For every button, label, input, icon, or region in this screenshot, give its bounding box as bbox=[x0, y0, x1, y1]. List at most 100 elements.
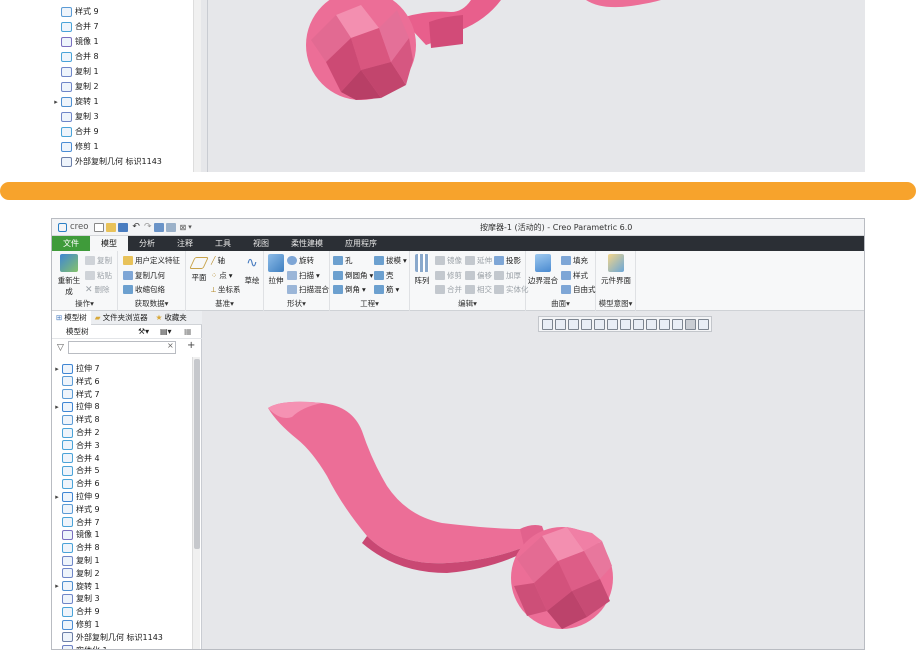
top-viewport-model[interactable] bbox=[201, 0, 865, 172]
hole-button[interactable]: 孔 bbox=[333, 255, 353, 266]
tree-item[interactable]: 合并 7 bbox=[51, 19, 193, 34]
copy-button[interactable]: 复制 bbox=[85, 255, 112, 266]
ribbon-tab[interactable]: 应用程序 bbox=[334, 236, 388, 251]
chamfer-button[interactable]: 倒角 ▾ bbox=[333, 284, 366, 295]
axis-button[interactable]: ╱ 轴 bbox=[211, 255, 225, 266]
filter-icon[interactable]: ▽ bbox=[57, 343, 64, 353]
show-menu-icon[interactable]: ▤▾ bbox=[160, 327, 172, 336]
tree-settings-icon[interactable]: ⚒▾ bbox=[138, 327, 149, 336]
tree-filter-input[interactable] bbox=[68, 341, 176, 354]
extrude-button[interactable]: 拉伸 bbox=[266, 254, 286, 286]
undo-icon[interactable]: ↶ bbox=[132, 222, 140, 232]
group-label-model-intent[interactable]: 模型意图 bbox=[599, 299, 629, 308]
ribbon-tab[interactable]: 工具 bbox=[204, 236, 242, 251]
tree-layout-icon[interactable]: ▦ bbox=[184, 327, 192, 336]
csys-button[interactable]: ⟂ 坐标系 bbox=[211, 284, 241, 295]
shell-button[interactable]: 壳 bbox=[374, 270, 394, 281]
sweep-button[interactable]: 扫描 ▾ bbox=[287, 270, 320, 281]
ribbon-tab[interactable]: 注释 bbox=[166, 236, 204, 251]
pattern-button[interactable]: 阵列 bbox=[413, 254, 431, 286]
group-label-datum[interactable]: 基准 bbox=[215, 299, 230, 308]
delete-button[interactable]: ✕ 删除 bbox=[85, 284, 110, 295]
extend-button[interactable]: 延伸 bbox=[465, 255, 492, 266]
animation-icon[interactable] bbox=[698, 318, 709, 330]
annotation-display-icon[interactable] bbox=[672, 318, 683, 330]
group-label-shapes[interactable]: 形状 bbox=[287, 299, 302, 308]
spin-center-icon[interactable] bbox=[685, 318, 696, 330]
tree-item[interactable]: 样式 9 bbox=[51, 4, 193, 19]
group-label-operations[interactable]: 操作 bbox=[75, 299, 90, 308]
tree-item[interactable]: 复制 3 bbox=[51, 109, 193, 124]
boundary-blend-button[interactable]: 边界混合 bbox=[528, 254, 558, 286]
expand-arrow-icon[interactable]: ▸ bbox=[52, 365, 62, 373]
copy-geometry-button[interactable]: 复制几何 bbox=[123, 270, 165, 281]
style-button[interactable]: 样式 bbox=[561, 270, 588, 281]
freestyle-button[interactable]: 自由式 bbox=[561, 284, 596, 295]
tree-item[interactable]: 合并 9 bbox=[51, 124, 193, 139]
add-filter-icon[interactable]: + bbox=[187, 340, 195, 351]
thicken-button[interactable]: 加厚 bbox=[494, 270, 521, 281]
tree-scrollbar[interactable] bbox=[192, 357, 200, 649]
zoom-in-icon[interactable] bbox=[555, 318, 566, 330]
group-label-get-data[interactable]: 获取数据 bbox=[135, 299, 165, 308]
top-tree-scrollbar[interactable] bbox=[193, 0, 201, 172]
offset-button[interactable]: 偏移 bbox=[465, 270, 492, 281]
group-label-editing[interactable]: 编辑 bbox=[458, 299, 473, 308]
sketch-button[interactable]: ∿ 草绘 bbox=[242, 254, 262, 286]
tab-file[interactable]: 文件 bbox=[52, 236, 90, 251]
perspective-icon[interactable] bbox=[633, 318, 644, 330]
shrinkwrap-button[interactable]: 收缩包络 bbox=[123, 284, 165, 295]
fill-button[interactable]: 填充 bbox=[561, 255, 588, 266]
windows-icon[interactable] bbox=[165, 222, 176, 232]
tab-model-tree[interactable]: ⊞ 模型树 bbox=[52, 310, 91, 325]
tab-favorites[interactable]: ★ 收藏夹 bbox=[152, 311, 191, 325]
tree-item[interactable]: 外部复制几何 标识1143 bbox=[51, 154, 193, 169]
tree-item[interactable]: 实体化 1 bbox=[52, 643, 192, 649]
rib-button[interactable]: 筋 ▾ bbox=[374, 284, 399, 295]
plane-button[interactable]: 平面 bbox=[188, 254, 210, 283]
tree-item[interactable]: ▸ 旋转 1 bbox=[51, 94, 193, 109]
ribbon-tab[interactable]: 模型 bbox=[90, 236, 128, 251]
tab-folder-browser[interactable]: ▰ 文件夹浏览器 bbox=[91, 311, 152, 325]
expand-arrow-icon[interactable]: ▸ bbox=[52, 403, 62, 411]
expand-arrow-icon[interactable]: ▸ bbox=[52, 582, 62, 590]
tree-item[interactable]: 合并 8 bbox=[51, 49, 193, 64]
regenerate-button[interactable]: 重新生成 bbox=[55, 254, 83, 297]
close-window-icon[interactable]: ⊠ bbox=[180, 223, 187, 232]
graphics-viewport[interactable] bbox=[202, 311, 865, 650]
paste-button[interactable]: 粘贴 bbox=[85, 270, 112, 281]
expand-arrow-icon[interactable]: ▸ bbox=[52, 493, 62, 501]
saved-orientations-icon[interactable] bbox=[607, 318, 618, 330]
redo-icon[interactable]: ↷ bbox=[144, 222, 152, 232]
display-style-icon[interactable] bbox=[594, 318, 605, 330]
datum-display-icon[interactable] bbox=[659, 318, 670, 330]
section-icon[interactable] bbox=[646, 318, 657, 330]
udf-button[interactable]: 用户定义特征 bbox=[123, 255, 180, 266]
group-label-engineering[interactable]: 工程 bbox=[360, 299, 375, 308]
draft-button[interactable]: 拔模 ▾ bbox=[374, 255, 407, 266]
round-button[interactable]: 倒圆角 ▾ bbox=[333, 270, 373, 281]
intersect-button[interactable]: 相交 bbox=[465, 284, 492, 295]
tree-item[interactable]: 修剪 1 bbox=[51, 139, 193, 154]
view-manager-icon[interactable] bbox=[620, 318, 631, 330]
customize-qat-icon[interactable]: ▾ bbox=[188, 223, 192, 231]
swept-blend-button[interactable]: 扫描混合 bbox=[287, 284, 329, 295]
ribbon-tab[interactable]: 视图 bbox=[242, 236, 280, 251]
group-label-surfaces[interactable]: 曲面 bbox=[551, 299, 566, 308]
ribbon-tab[interactable]: 柔性建模 bbox=[280, 236, 334, 251]
save-icon[interactable] bbox=[118, 222, 129, 232]
tree-scrollbar-thumb[interactable] bbox=[194, 359, 200, 549]
solidify-button[interactable]: 实体化 bbox=[494, 284, 529, 295]
tree-item[interactable]: 复制 2 bbox=[51, 79, 193, 94]
open-folder-icon[interactable] bbox=[106, 222, 117, 232]
merge-button[interactable]: 合并 bbox=[435, 284, 462, 295]
clear-filter-icon[interactable]: × bbox=[167, 341, 174, 350]
tree-item[interactable]: 复制 1 bbox=[51, 64, 193, 79]
project-button[interactable]: 投影 bbox=[494, 255, 521, 266]
point-button[interactable]: ⁘ 点 ▾ bbox=[211, 270, 233, 281]
zoom-out-icon[interactable] bbox=[568, 318, 579, 330]
repaint-icon[interactable] bbox=[581, 318, 592, 330]
refit-icon[interactable] bbox=[542, 318, 553, 330]
regenerate-quick-icon[interactable] bbox=[153, 222, 164, 232]
mirror-button[interactable]: 镜像 bbox=[435, 255, 462, 266]
